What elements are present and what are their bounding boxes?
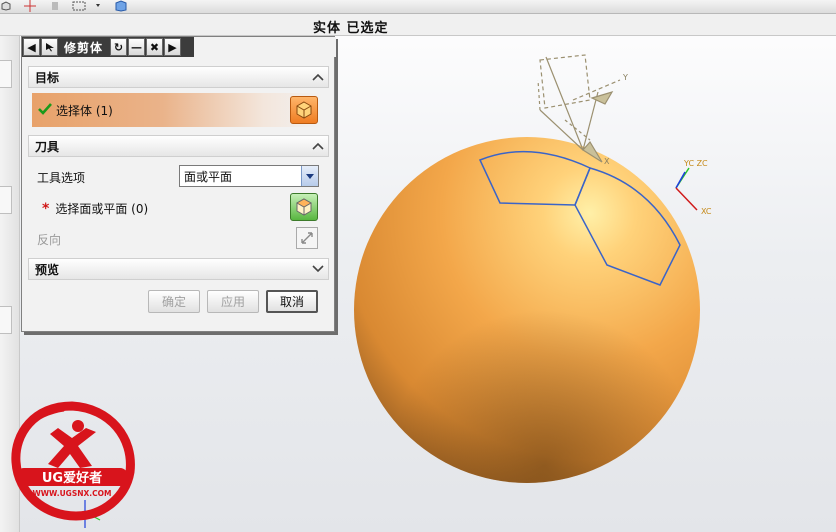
section-preview-label: 预览: [35, 262, 60, 277]
check-icon: [38, 102, 52, 119]
status-bar: 实体 已选定: [0, 14, 836, 36]
select-body-row[interactable]: 选择体 (1): [32, 93, 322, 127]
reverse-direction-button[interactable]: [296, 227, 318, 249]
dialog-title: 修剪体: [64, 40, 104, 55]
wcs-x-label: X: [604, 157, 610, 166]
resource-tab-1[interactable]: [0, 60, 12, 88]
cancel-button[interactable]: 取消: [266, 290, 318, 313]
filter-icon[interactable]: [48, 0, 62, 12]
next-arrow-icon[interactable]: ▶: [164, 38, 182, 56]
datum-triad: [675, 167, 698, 211]
ug-logo: UG爱好者 WWW.UGSNX.COM: [11, 401, 135, 521]
section-target-header[interactable]: 目标: [28, 66, 329, 88]
tool-option-select[interactable]: 面或平面: [179, 165, 319, 187]
tool-option-label: 工具选项: [37, 171, 86, 185]
cursor-icon[interactable]: [41, 38, 58, 56]
section-preview-header[interactable]: 预览: [28, 258, 329, 280]
asterisk-icon: *: [42, 200, 50, 217]
view-icon[interactable]: [0, 0, 12, 12]
select-face-row[interactable]: * 选择面或平面 (0): [42, 200, 148, 217]
datum-yc-zc-label: YC ZC: [683, 159, 708, 168]
select-body-button[interactable]: [290, 96, 318, 124]
resource-tab-3[interactable]: [0, 306, 12, 334]
cube-icon: [296, 101, 312, 119]
logo-text: UG爱好者: [42, 470, 102, 486]
cube-view-icon[interactable]: [112, 0, 130, 12]
datum-xc-label: XC: [701, 207, 712, 216]
chevron-down-icon[interactable]: [301, 166, 318, 186]
section-tool-header[interactable]: 刀具: [28, 135, 329, 157]
select-face-label: 选择面或平面 (0): [55, 202, 149, 216]
snap-point-icon[interactable]: [22, 0, 38, 12]
reverse-direction-icon: [301, 232, 313, 244]
logo-url: WWW.UGSNX.COM: [33, 489, 112, 498]
section-target-label: 目标: [35, 70, 60, 85]
apply-button[interactable]: 应用: [207, 290, 259, 313]
titlebar-spacer: [194, 37, 336, 57]
reverse-direction-label: 反向: [37, 233, 62, 247]
prev-arrow-icon[interactable]: ◀: [23, 38, 40, 56]
wcs-y-label: Y: [622, 73, 628, 82]
top-toolbar: [0, 0, 836, 14]
chevron-down-icon[interactable]: [308, 259, 328, 279]
status-text: 实体 已选定: [313, 21, 389, 36]
selection-scope-icon[interactable]: [70, 0, 104, 12]
face-cube-icon: [295, 198, 313, 216]
sphere-body: [354, 137, 700, 483]
chevron-up-icon[interactable]: [308, 67, 328, 87]
face-outline: [478, 150, 681, 286]
select-face-button[interactable]: [290, 193, 318, 221]
ok-button[interactable]: 确定: [148, 290, 200, 313]
dialog-titlebar: ◀ 修剪体 ↻ — ✖ ▶: [22, 37, 194, 57]
trim-body-dialog: ◀ 修剪体 ↻ — ✖ ▶ 目标 选择体 (1) 刀具 工具选项 面或平面 * …: [21, 36, 336, 332]
close-icon[interactable]: ✖: [146, 38, 164, 56]
tool-option-value: 面或平面: [184, 169, 233, 184]
section-tool-label: 刀具: [35, 139, 60, 154]
select-body-label: 选择体 (1): [56, 103, 113, 118]
sphere-shadow: [354, 137, 700, 483]
reset-icon[interactable]: ↻: [110, 38, 128, 56]
chevron-up-icon[interactable]: [308, 136, 328, 156]
collapse-icon[interactable]: —: [128, 38, 146, 56]
resource-tab-2[interactable]: [0, 186, 12, 214]
wcs-manipulator: [537, 54, 621, 163]
